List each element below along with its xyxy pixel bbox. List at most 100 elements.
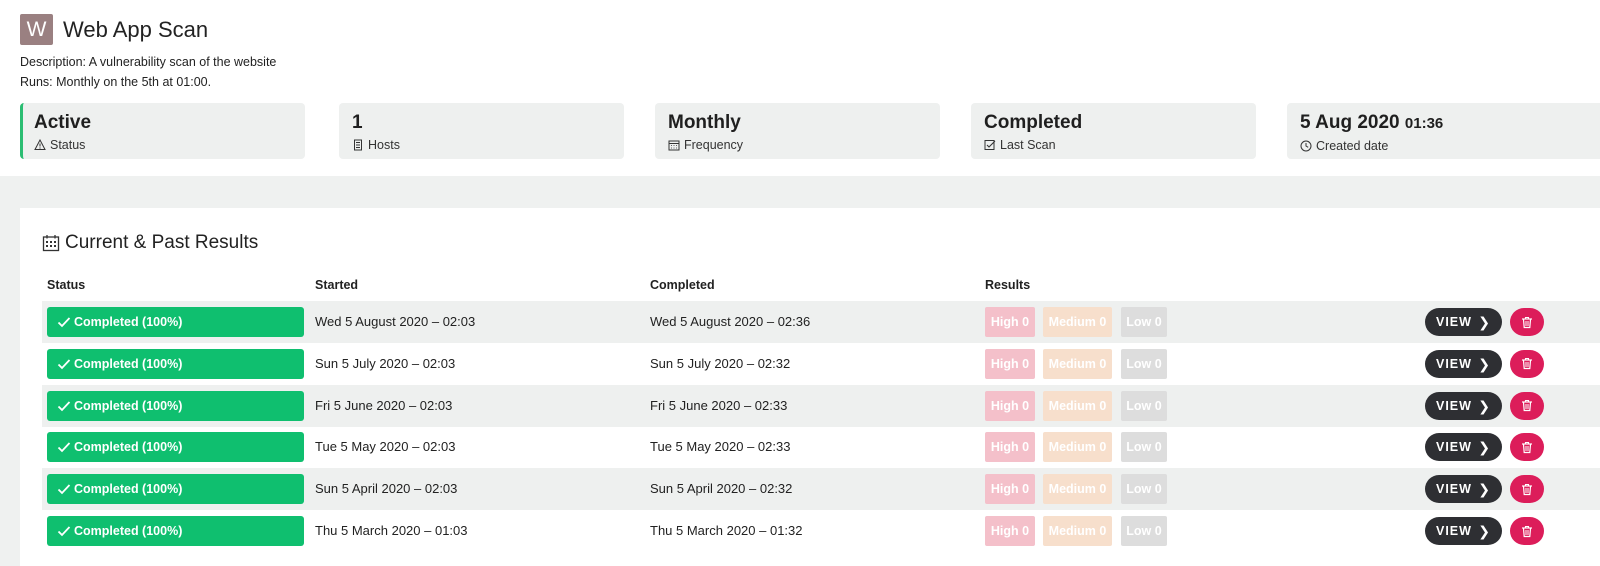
view-button[interactable]: VIEW ❯ bbox=[1425, 349, 1502, 378]
low-count-badge: Low 0 bbox=[1121, 516, 1167, 546]
delete-button[interactable] bbox=[1510, 475, 1544, 504]
high-count-badge: High 0 bbox=[985, 432, 1035, 463]
view-button[interactable]: VIEW ❯ bbox=[1425, 517, 1502, 545]
status-text: Completed (100%) bbox=[74, 524, 183, 538]
delete-button[interactable] bbox=[1510, 517, 1544, 545]
medium-count-badge: Medium 0 bbox=[1043, 474, 1112, 505]
status-badge: Completed (100%) bbox=[47, 390, 304, 421]
results-panel: Current & Past Results Status Started Co… bbox=[20, 208, 1600, 566]
trash-icon bbox=[1522, 316, 1532, 328]
completed-cell: Sun 5 July 2020 – 02:32 bbox=[650, 355, 791, 371]
started-cell: Fri 5 June 2020 – 02:03 bbox=[315, 397, 453, 413]
results-title: Current & Past Results bbox=[65, 232, 259, 253]
stat-frequency-label: Frequency bbox=[684, 138, 744, 152]
view-button-label: VIEW bbox=[1436, 482, 1472, 497]
delete-button[interactable] bbox=[1510, 433, 1544, 462]
view-button-label: VIEW bbox=[1436, 440, 1472, 455]
stat-hosts: 1 Hosts bbox=[339, 103, 624, 159]
delete-button[interactable] bbox=[1510, 349, 1544, 378]
low-count-badge: Low 0 bbox=[1121, 390, 1167, 421]
high-count-badge: High 0 bbox=[985, 307, 1035, 337]
low-count-badge: Low 0 bbox=[1121, 307, 1167, 337]
view-button[interactable]: VIEW ❯ bbox=[1425, 391, 1502, 420]
warning-icon bbox=[34, 139, 46, 150]
stat-created-date: 5 Aug 2020 01:36 Created date bbox=[1287, 103, 1600, 159]
trash-icon bbox=[1522, 483, 1532, 495]
trash-icon bbox=[1522, 525, 1532, 537]
medium-count-badge: Medium 0 bbox=[1043, 390, 1112, 421]
medium-count-badge: Medium 0 bbox=[1043, 432, 1112, 463]
low-count-badge: Low 0 bbox=[1121, 348, 1167, 379]
calendar-icon bbox=[42, 235, 60, 252]
trash-icon bbox=[1522, 358, 1532, 370]
started-cell: Tue 5 May 2020 – 02:03 bbox=[315, 439, 456, 455]
column-header-results: Results bbox=[985, 278, 1031, 292]
delete-button[interactable] bbox=[1510, 391, 1544, 420]
medium-count-badge: Medium 0 bbox=[1043, 348, 1112, 379]
check-icon bbox=[57, 400, 71, 411]
view-button-label: VIEW bbox=[1436, 398, 1472, 413]
completed-cell: Thu 5 March 2020 – 01:32 bbox=[650, 523, 803, 538]
table-row: Completed (100%) Wed 5 August 2020 – 02:0… bbox=[42, 301, 1600, 343]
chevron-right-icon: ❯ bbox=[1478, 397, 1491, 414]
status-text: Completed (100%) bbox=[74, 315, 183, 329]
stat-hosts-label: Hosts bbox=[368, 138, 400, 152]
check-icon bbox=[57, 442, 71, 453]
low-count-badge: Low 0 bbox=[1121, 474, 1167, 505]
status-text: Completed (100%) bbox=[74, 356, 183, 371]
chevron-right-icon: ❯ bbox=[1478, 481, 1491, 498]
view-button-label: VIEW bbox=[1436, 524, 1472, 538]
check-icon bbox=[57, 317, 71, 328]
table-row: Completed (100%) Thu 5 March 2020 – 01:03… bbox=[42, 510, 1600, 552]
status-text: Completed (100%) bbox=[74, 398, 183, 413]
table-row: Completed (100%) Fri 5 June 2020 – 02:03 F… bbox=[42, 384, 1600, 427]
medium-count-badge: Medium 0 bbox=[1043, 516, 1112, 546]
completed-cell: Sun 5 April 2020 – 02:32 bbox=[650, 481, 793, 497]
check-icon bbox=[57, 359, 71, 370]
stat-status: Active Status bbox=[20, 103, 305, 159]
scan-header: W Web App Scan Description: A vulnerabil… bbox=[0, 0, 1600, 176]
view-button[interactable]: VIEW ❯ bbox=[1425, 475, 1502, 504]
view-button[interactable]: VIEW ❯ bbox=[1425, 433, 1502, 462]
started-cell: Sun 5 April 2020 – 02:03 bbox=[315, 481, 458, 497]
table-row: Completed (100%) Tue 5 May 2020 – 02:03 Tu… bbox=[42, 426, 1600, 468]
calendar-icon bbox=[668, 140, 680, 151]
description-text: Description: A vulnerability scan of the… bbox=[20, 55, 277, 69]
table-row: Completed (100%) Sun 5 July 2020 – 02:03 S… bbox=[42, 343, 1600, 385]
completed-cell: Tue 5 May 2020 – 02:33 bbox=[650, 439, 791, 455]
clock-icon bbox=[1300, 140, 1312, 152]
completed-cell: Wed 5 August 2020 – 02:36 bbox=[650, 314, 811, 329]
stat-created-date-value: 5 Aug 2020 bbox=[1300, 112, 1400, 133]
stat-hosts-value: 1 bbox=[352, 112, 363, 133]
view-button[interactable]: VIEW ❯ bbox=[1425, 308, 1502, 336]
status-badge: Completed (100%) bbox=[47, 474, 304, 505]
view-button-label: VIEW bbox=[1436, 356, 1472, 371]
status-badge: Completed (100%) bbox=[47, 307, 304, 337]
scan-description: Description: A vulnerability scan of the… bbox=[20, 52, 276, 92]
status-text: Completed (100%) bbox=[74, 482, 183, 497]
page-title: Web App Scan bbox=[63, 17, 209, 42]
stat-frequency: Monthly Frequency bbox=[655, 103, 940, 159]
server-icon bbox=[354, 139, 362, 151]
column-header-started: Started bbox=[315, 278, 359, 292]
runs-text: Runs: Monthly on the 5th at 01:00. bbox=[20, 75, 212, 89]
high-count-badge: High 0 bbox=[985, 390, 1035, 421]
completed-cell: Fri 5 June 2020 – 02:33 bbox=[650, 397, 788, 413]
status-badge: Completed (100%) bbox=[47, 348, 304, 379]
table-row: Completed (100%) Sun 5 April 2020 – 02:03… bbox=[42, 468, 1600, 511]
stat-frequency-value: Monthly bbox=[668, 112, 741, 133]
stat-status-label: Status bbox=[50, 138, 86, 152]
delete-button[interactable] bbox=[1510, 308, 1544, 336]
trash-icon bbox=[1522, 441, 1532, 453]
medium-count-badge: Medium 0 bbox=[1043, 307, 1112, 337]
trash-icon bbox=[1522, 400, 1532, 412]
stat-created-time-value: 01:36 bbox=[1404, 115, 1444, 132]
high-count-badge: High 0 bbox=[985, 516, 1035, 546]
high-count-badge: High 0 bbox=[985, 348, 1035, 379]
started-cell: Wed 5 August 2020 – 02:03 bbox=[315, 314, 476, 329]
check-icon bbox=[57, 526, 71, 537]
check-square-icon bbox=[984, 140, 996, 150]
view-button-label: VIEW bbox=[1436, 315, 1472, 329]
stat-last-scan-label: Last Scan bbox=[1000, 138, 1056, 152]
stat-last-scan: Completed Last Scan bbox=[971, 103, 1256, 159]
